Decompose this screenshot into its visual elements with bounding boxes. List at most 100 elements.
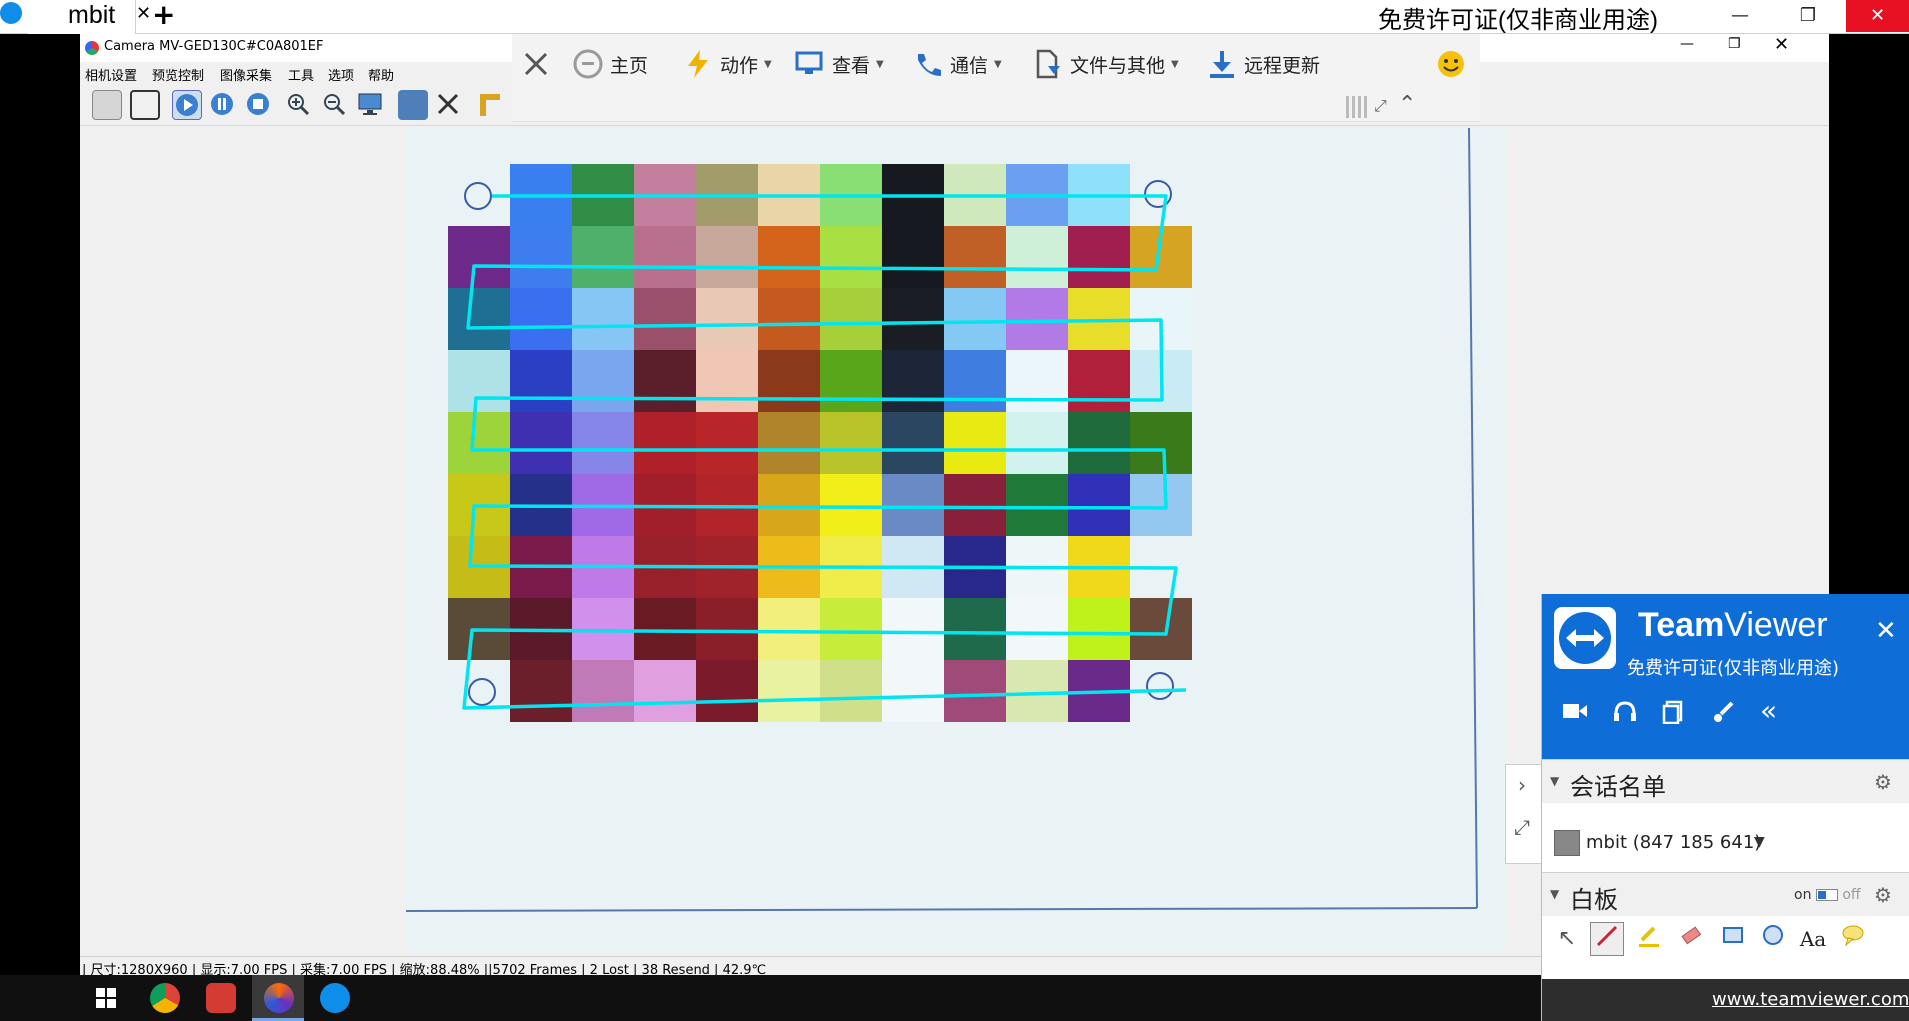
gear-icon[interactable]: ⚙ [1874,883,1892,907]
tv-panel-close-icon[interactable]: ✕ [1875,616,1897,646]
grid-icon[interactable] [1346,96,1368,118]
text-tool-icon[interactable]: Aa [1796,922,1830,956]
tv-remote-update-button[interactable]: 远程更新 [1206,44,1320,84]
end-session-icon[interactable] [520,44,552,84]
gear-icon[interactable]: ⚙ [1874,770,1892,794]
windows-start-icon[interactable] [96,988,116,1008]
chrome-icon[interactable] [150,983,180,1013]
toggle-on-label: on [1794,887,1812,903]
remote-desktop-left [0,34,80,975]
fullscreen-icon[interactable]: ⤢ [1374,96,1387,116]
menu-camera-settings[interactable]: 相机设置 [85,65,137,84]
teamviewer-website-link[interactable]: www.teamviewer.com [1712,989,1909,1010]
camera-logo-icon [85,41,99,55]
headset-icon[interactable] [1612,700,1638,730]
eraser-icon[interactable] [1674,922,1708,956]
color-patch [820,598,882,660]
menu-preview-control[interactable]: 预览控制 [152,65,204,84]
pen-icon[interactable] [1590,922,1624,956]
color-patch [758,598,820,660]
color-patch [634,226,696,288]
color-patch [696,226,758,288]
tv-communicate-button[interactable]: 通信 ▼ [912,44,1002,84]
tv-view-button[interactable]: 查看 ▼ [794,44,884,84]
tools-icon[interactable] [434,90,464,120]
color-patch [1006,660,1068,722]
color-patch [944,474,1006,536]
color-patch [696,660,758,722]
ellipse-icon[interactable] [1756,922,1790,956]
tab-close-icon[interactable]: ✕ [136,3,151,24]
color-patch [882,660,944,722]
chevron-up-icon[interactable]: ⌃ [1398,92,1416,117]
ruler-icon[interactable] [476,90,506,120]
firefox-icon[interactable] [264,983,294,1013]
tv-actions-label: 动作 [720,54,759,77]
tv-actions-button[interactable]: 动作 ▼ [682,44,772,84]
chevron-down-icon[interactable]: ▼ [1754,834,1765,850]
stop-icon[interactable] [244,90,274,120]
smiley-feedback-icon[interactable] [1436,44,1466,84]
pause-icon[interactable] [208,90,238,120]
camera-close-icon[interactable]: ✕ [1774,34,1789,55]
brush-icon[interactable] [1712,700,1736,730]
zoom-out-icon[interactable] [320,90,350,120]
camera-minimize-icon[interactable]: — [1680,36,1694,52]
files-icon[interactable] [1662,700,1686,730]
download-icon [1210,51,1234,78]
minimize-button[interactable]: — [1712,0,1768,32]
menu-options[interactable]: 选项 [328,65,354,84]
whiteboard-toggle[interactable]: on off [1794,887,1861,903]
tv-session-list-header[interactable]: ▼ 会话名单 ⚙ [1542,759,1909,803]
color-patch [634,350,696,412]
color-patch [882,350,944,412]
color-patch [510,412,572,474]
chevron-right-icon[interactable]: › [1518,773,1526,797]
zoom-in-icon[interactable] [284,90,314,120]
color-patch [944,226,1006,288]
menu-help[interactable]: 帮助 [368,65,394,84]
tv-brand-name: TeamViewer [1638,606,1828,644]
pointer-icon[interactable]: ↖ [1550,922,1584,956]
monitor-icon[interactable] [356,90,386,120]
camera-window-title: Camera MV-GED130C#C0A801EF [104,39,324,54]
color-patch [634,660,696,722]
close-button[interactable]: ✕ [1846,0,1909,32]
windows-taskbar [0,975,1541,1021]
camera-maximize-icon[interactable]: ❐ [1728,36,1741,52]
rectangle-icon[interactable] [1716,922,1750,956]
tv-files-button[interactable]: 文件与其他 ▼ [1032,44,1179,84]
color-patch [1006,598,1068,660]
teamviewer-panel: TeamViewer 免费许可证(仅非商业用途) ✕ « ▼ 会话名单 ⚙ mb… [1541,594,1909,1021]
teamviewer-taskbar-icon[interactable] [320,983,350,1013]
color-patch [944,288,1006,350]
highlighter-icon[interactable] [1632,922,1666,956]
tv-whiteboard-header[interactable]: ▼ 白板 on off ⚙ [1542,872,1909,916]
teamviewer-remote-toolbar: 主页 动作 ▼ 查看 ▼ 通信 ▼ 文件与其他 ▼ 远程更新 ⤢ ⌃ [512,34,1480,122]
restore-button[interactable]: ❐ [1780,0,1836,32]
teamviewer-app-icon[interactable] [0,2,22,24]
teamviewer-logo-icon [1554,607,1616,669]
color-patch [1068,412,1130,474]
color-patch [448,288,510,350]
color-patch [820,350,882,412]
color-patch [572,660,634,722]
add-tab-icon[interactable]: + [152,0,175,31]
expand-icon[interactable]: ⤢ [1514,815,1530,839]
color-patch [1068,226,1130,288]
color-patch [758,288,820,350]
camera-frame[interactable] [406,128,1506,952]
speech-bubble-icon[interactable] [1836,922,1870,956]
device-info-icon[interactable] [130,90,160,120]
menu-tools[interactable]: 工具 [288,65,314,84]
menu-image-capture[interactable]: 图像采集 [220,65,272,84]
tv-home-button[interactable]: 主页 [572,44,648,84]
netease-music-icon[interactable] [206,983,236,1013]
collapse-left-icon[interactable]: « [1760,694,1777,727]
image-settings-icon[interactable] [398,90,428,120]
play-icon[interactable] [172,90,202,120]
tab-mbit[interactable]: mbit ✕ [28,0,151,34]
tv-session-item[interactable]: mbit (847 185 641) ▼ [1542,816,1909,872]
video-icon[interactable] [1562,700,1588,728]
device-list-icon[interactable] [92,90,122,120]
